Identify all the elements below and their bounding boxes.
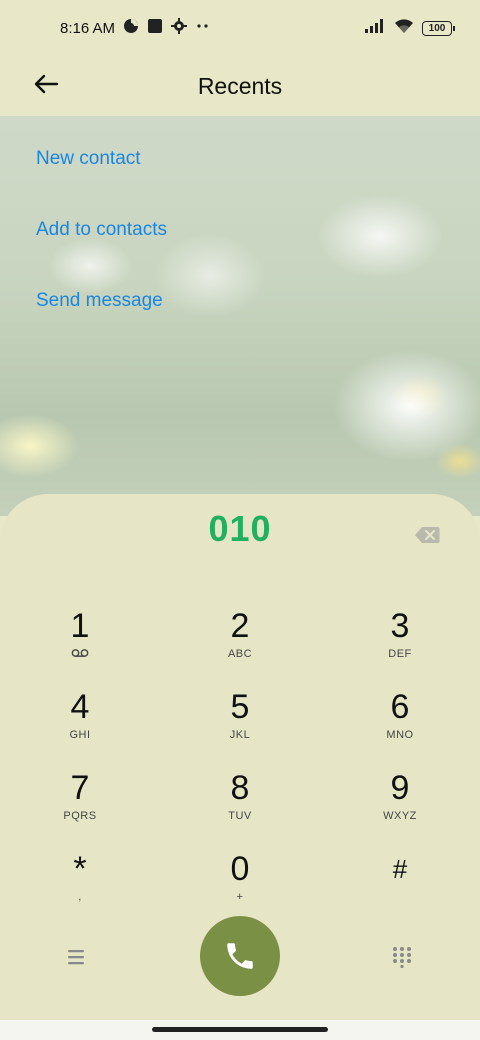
key-6[interactable]: 6 MNO (320, 687, 480, 768)
backspace-button[interactable] (414, 526, 440, 544)
more-dots-icon (195, 18, 211, 38)
key-3[interactable]: 3 DEF (320, 606, 480, 687)
key-letters: + (236, 891, 244, 903)
key-letters: PQRS (63, 810, 97, 822)
key-7[interactable]: 7 PQRS (0, 768, 160, 849)
key-9[interactable]: 9 WXYZ (320, 768, 480, 849)
phone-icon (227, 943, 253, 969)
key-digit: 6 (390, 688, 410, 726)
notification-square-icon (147, 18, 163, 38)
key-digit: 0 (230, 850, 250, 888)
key-letters: , (78, 891, 82, 903)
data-saver-icon (123, 18, 139, 38)
voicemail-icon (71, 648, 89, 662)
key-digit: 5 (230, 688, 250, 726)
key-digit: 1 (70, 607, 90, 645)
home-gesture-bar[interactable] (152, 1027, 328, 1032)
key-digit: # (392, 854, 408, 884)
arrow-left-icon (34, 74, 59, 94)
add-to-contacts-link[interactable]: Add to contacts (36, 219, 167, 241)
key-digit: 9 (390, 769, 410, 807)
key-letters: DEF (388, 648, 412, 660)
dialer-panel: 010 1 2 ABC 3 DEF 4 GHI 5 JKL 6 MNO 7 PQ… (0, 494, 480, 1020)
page-title: Recents (197, 72, 283, 99)
dialpad-toggle-button[interactable] (392, 946, 412, 969)
key-letters: TUV (228, 810, 252, 822)
hamburger-menu-icon (68, 950, 84, 965)
send-message-link[interactable]: Send message (36, 290, 163, 312)
key-digit: 2 (230, 607, 250, 645)
backspace-icon (415, 527, 440, 543)
key-2[interactable]: 2 ABC (160, 606, 320, 687)
new-contact-link[interactable]: New contact (36, 148, 141, 170)
key-letters: WXYZ (383, 810, 417, 822)
key-letters: GHI (69, 729, 91, 741)
top-bar: Recents (0, 56, 480, 116)
key-1[interactable]: 1 (0, 606, 160, 687)
key-letters: MNO (386, 729, 414, 741)
wifi-icon (394, 18, 414, 38)
dialer-actions (0, 916, 480, 1000)
back-button[interactable] (28, 66, 64, 102)
key-5[interactable]: 5 JKL (160, 687, 320, 768)
navigation-bar (0, 1020, 480, 1040)
key-digit: 4 (70, 688, 90, 726)
settings-gear-icon (171, 18, 188, 38)
dialed-number: 010 (208, 508, 272, 549)
dialpad-grid-icon (393, 947, 411, 969)
key-4[interactable]: 4 GHI (0, 687, 160, 768)
key-8[interactable]: 8 TUV (160, 768, 320, 849)
signal-icon (364, 19, 386, 37)
call-button[interactable] (200, 916, 280, 996)
status-time: 8:16 AM (60, 19, 116, 37)
key-digit: 7 (70, 769, 90, 807)
menu-button[interactable] (66, 948, 88, 966)
battery-icon: 100 (422, 20, 455, 36)
key-letters: JKL (229, 729, 251, 741)
background-image: New contact Add to contacts Send message (0, 116, 480, 516)
key-digit: 3 (390, 607, 410, 645)
key-digit: * (73, 850, 87, 888)
key-digit: 8 (230, 769, 250, 807)
keypad: 1 2 ABC 3 DEF 4 GHI 5 JKL 6 MNO 7 PQRS 8… (0, 606, 480, 930)
status-bar: 8:16 AM 100 (0, 0, 480, 56)
key-letters: ABC (227, 648, 253, 660)
